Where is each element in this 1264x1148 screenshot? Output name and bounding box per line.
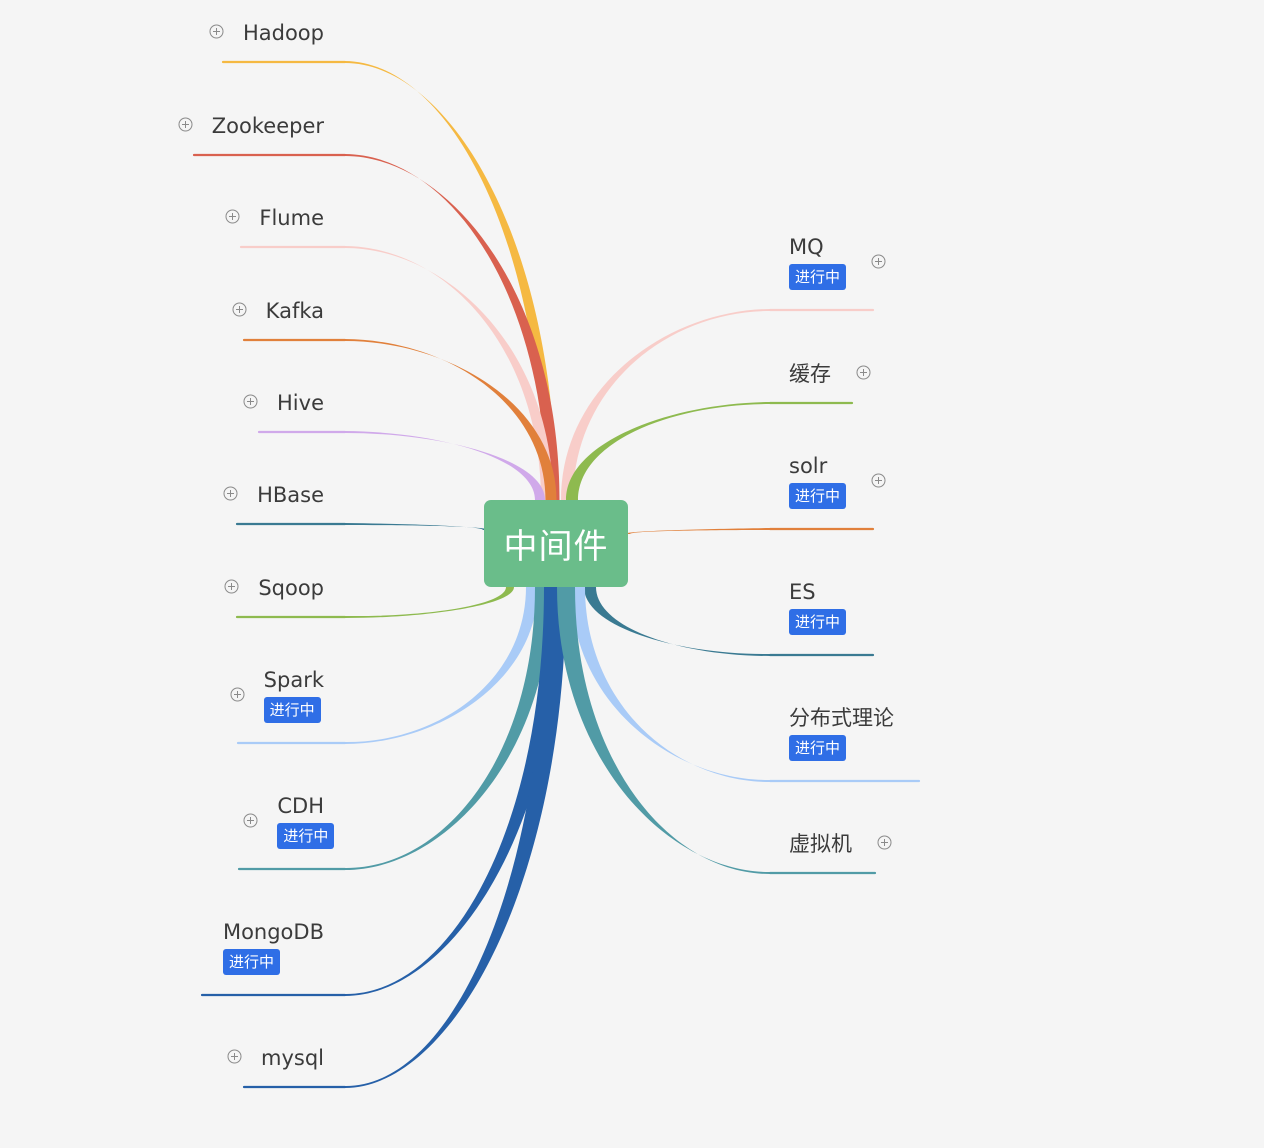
branch-link-left-1 (345, 154, 560, 500)
expand-plus-icon[interactable] (227, 1049, 242, 1064)
topic-label: 分布式理论 (789, 706, 894, 730)
topic-label: Spark (263, 668, 324, 692)
topic-label: HBase (257, 483, 324, 507)
expand-plus-icon[interactable] (232, 302, 247, 317)
branch-link-right-1 (566, 402, 770, 500)
expand-plus-icon[interactable] (243, 813, 258, 828)
status-badge-in-progress: 进行中 (789, 483, 847, 509)
branch-link-right-2 (624, 528, 770, 534)
expand-plus-icon[interactable] (243, 394, 258, 409)
status-badge-in-progress: 进行中 (789, 609, 847, 635)
expand-plus-icon[interactable] (178, 117, 193, 132)
topic-label: Flume (259, 206, 324, 230)
expand-plus-icon[interactable] (877, 835, 892, 850)
branch-link-left-4 (345, 431, 545, 500)
expand-plus-icon[interactable] (209, 24, 224, 39)
topic-label: CDH (277, 794, 324, 818)
topic-label: ES (789, 580, 816, 604)
topic-label: 缓存 (789, 362, 831, 386)
expand-plus-icon[interactable] (230, 687, 245, 702)
branch-link-left-6 (345, 587, 514, 618)
topic-label: Hadoop (242, 21, 324, 45)
expand-plus-icon[interactable] (225, 209, 240, 224)
branch-link-left-0 (345, 61, 556, 500)
topic-label: Kafka (265, 299, 324, 323)
topic-label: MongoDB (222, 920, 324, 944)
expand-plus-icon[interactable] (224, 579, 239, 594)
topic-label: MQ (789, 235, 824, 259)
topic-label: Hive (277, 391, 324, 415)
status-badge-in-progress: 进行中 (789, 735, 847, 761)
expand-plus-icon[interactable] (856, 365, 871, 380)
topic-label: Sqoop (258, 576, 324, 600)
expand-plus-icon[interactable] (871, 254, 886, 269)
branch-links (192, 60, 921, 1089)
central-topic-label: 中间件 (503, 527, 609, 567)
central-topic[interactable]: 中间件 (484, 500, 628, 587)
topic-label: Zookeeper (211, 114, 324, 138)
status-badge-in-progress: 进行中 (789, 264, 847, 290)
branch-link-left-9 (345, 587, 562, 996)
status-badge-in-progress: 进行中 (263, 697, 321, 723)
status-badge-in-progress: 进行中 (277, 823, 335, 849)
expand-plus-icon[interactable] (223, 486, 238, 501)
branch-link-right-3 (584, 587, 770, 656)
topic-label: solr (789, 454, 828, 478)
topic-label: 虚拟机 (789, 832, 852, 856)
mind-map: Hadoop Zookeeper Flume Kafka Hive HBase Sqoop S… (0, 0, 1264, 1148)
expand-plus-icon[interactable] (871, 473, 886, 488)
topic-label: mysql (261, 1046, 324, 1070)
branch-link-left-5 (345, 523, 489, 530)
branch-link-left-7 (345, 587, 538, 744)
status-badge-in-progress: 进行中 (222, 949, 280, 975)
